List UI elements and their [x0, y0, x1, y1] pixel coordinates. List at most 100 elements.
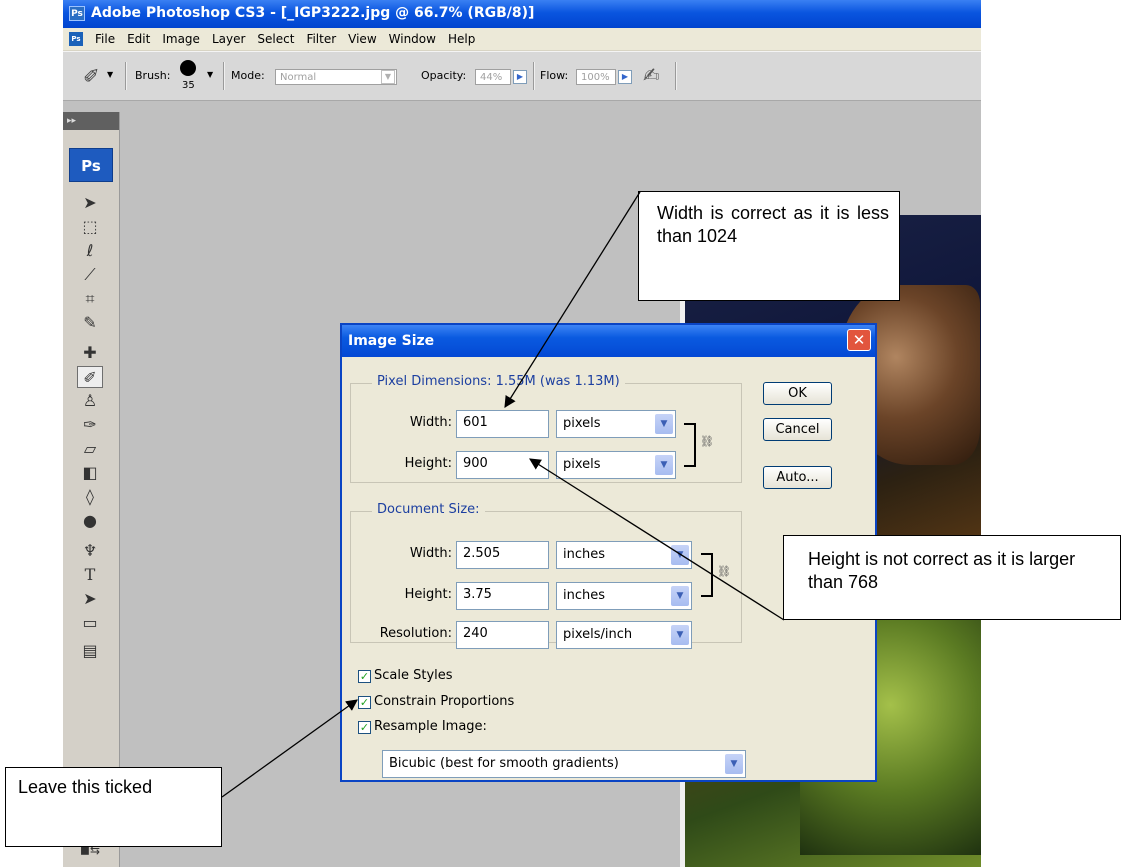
dialog-title-bar: Image Size ✕ — [342, 325, 875, 357]
eraser-icon[interactable]: ▱ — [77, 438, 103, 460]
chevron-down-icon[interactable]: ▼ — [207, 70, 213, 79]
ok-button[interactable]: OK — [763, 382, 832, 405]
pixel-dimensions-legend: Pixel Dimensions: 1.55M (was 1.13M) — [372, 374, 625, 389]
doc-height-input[interactable]: 3.75 — [456, 582, 549, 610]
chain-link-icon: ⛓ — [717, 565, 731, 578]
marquee-tool-icon[interactable]: ⬚ — [77, 216, 103, 238]
scale-styles-checkbox[interactable]: ✓ — [358, 670, 371, 683]
notes-tool-icon[interactable]: ▤ — [77, 640, 103, 662]
height-callout: Height is not correct as it is larger th… — [783, 535, 1121, 620]
slice-tool-icon[interactable]: ✎ — [77, 312, 103, 334]
options-divider — [533, 62, 534, 90]
flow-value: 100% — [581, 72, 610, 83]
menu-layer[interactable]: Layer — [206, 31, 251, 47]
move-tool-icon[interactable]: ➤ — [77, 192, 103, 214]
pen-tool-icon[interactable]: ♆ — [77, 540, 103, 562]
doc-height-unit-select[interactable]: inches ▼ — [556, 582, 692, 610]
brush-preset-icon[interactable]: ✐ — [83, 64, 100, 88]
options-divider — [223, 62, 224, 90]
app-menu-icon[interactable]: Ps — [69, 32, 83, 46]
pixel-width-label: Width: — [409, 415, 452, 430]
resolution-unit: pixels/inch — [563, 627, 633, 642]
resolution-unit-select[interactable]: pixels/inch ▼ — [556, 621, 692, 649]
pixel-height-unit-select[interactable]: pixels ▼ — [556, 451, 676, 479]
doc-width-label: Width: — [409, 546, 452, 561]
opacity-input[interactable]: 44% — [475, 69, 511, 85]
close-icon[interactable]: ✕ — [847, 329, 871, 351]
menu-file[interactable]: File — [89, 31, 121, 47]
magic-wand-icon[interactable]: ⟋ — [77, 264, 103, 286]
crop-tool-icon[interactable]: ⌗ — [77, 288, 103, 310]
pixel-height-input[interactable]: 900 — [456, 451, 549, 479]
menu-help[interactable]: Help — [442, 31, 481, 47]
shape-tool-icon[interactable]: ▭ — [77, 612, 103, 634]
doc-width-input[interactable]: 2.505 — [456, 541, 549, 569]
brush-tool-icon[interactable]: ✐ — [77, 366, 103, 388]
resolution-label: Resolution: — [379, 626, 452, 641]
pixel-height-label: Height: — [404, 456, 452, 471]
chevron-down-icon[interactable]: ▼ — [381, 70, 395, 84]
menu-image[interactable]: Image — [156, 31, 206, 47]
pixel-width-input[interactable]: 601 — [456, 410, 549, 438]
doc-width-unit-select[interactable]: inches ▼ — [556, 541, 692, 569]
brush-size: 35 — [182, 80, 195, 91]
dodge-tool-icon[interactable]: ● — [77, 510, 103, 532]
doc-height-label: Height: — [404, 587, 452, 602]
title-bar: Ps Adobe Photoshop CS3 - [_IGP3222.jpg @… — [63, 0, 981, 28]
blur-tool-icon[interactable]: ◊ — [77, 486, 103, 508]
options-bar: ✐ ▼ Brush: 35 ▼ Mode: Normal ▼ Opacity: … — [63, 51, 981, 101]
mode-value: Normal — [280, 72, 317, 83]
resolution-input[interactable]: 240 — [456, 621, 549, 649]
options-divider — [675, 62, 676, 90]
resample-image-checkbox[interactable]: ✓ — [358, 721, 371, 734]
dialog-title: Image Size — [348, 333, 435, 349]
flow-slider-arrow-icon[interactable]: ▶ — [618, 70, 632, 84]
menu-window[interactable]: Window — [383, 31, 442, 47]
resample-image-label: Resample Image: — [374, 719, 487, 734]
pixel-width-unit-select[interactable]: pixels ▼ — [556, 410, 676, 438]
brush-tip-icon[interactable] — [180, 60, 196, 76]
menu-edit[interactable]: Edit — [121, 31, 156, 47]
doc-height-unit: inches — [563, 588, 606, 603]
type-tool-icon[interactable]: T — [77, 564, 103, 586]
resample-method: Bicubic (best for smooth gradients) — [389, 756, 619, 771]
path-selection-icon[interactable]: ➤ — [77, 588, 103, 610]
constrain-bracket — [701, 553, 713, 597]
mode-select[interactable]: Normal — [275, 69, 397, 85]
width-callout: Width is correct as it is less than 1024 — [638, 191, 900, 301]
menu-select[interactable]: Select — [251, 31, 300, 47]
lasso-tool-icon[interactable]: ℓ — [77, 240, 103, 262]
menu-filter[interactable]: Filter — [300, 31, 342, 47]
flow-label: Flow: — [540, 69, 569, 82]
menu-view[interactable]: View — [342, 31, 382, 47]
chevron-down-icon[interactable]: ▼ — [671, 625, 689, 645]
scale-styles-label: Scale Styles — [374, 668, 453, 683]
constrain-bracket — [684, 423, 696, 467]
opacity-label: Opacity: — [421, 69, 467, 82]
gradient-tool-icon[interactable]: ◧ — [77, 462, 103, 484]
chevron-down-icon[interactable]: ▼ — [725, 754, 743, 774]
chevron-down-icon[interactable]: ▼ — [655, 455, 673, 475]
chevron-down-icon[interactable]: ▼ — [655, 414, 673, 434]
brush-label: Brush: — [135, 69, 171, 82]
resample-method-select[interactable]: Bicubic (best for smooth gradients) ▼ — [382, 750, 746, 778]
constrain-proportions-checkbox[interactable]: ✓ — [358, 696, 371, 709]
airbrush-icon[interactable]: ✍ — [643, 63, 660, 87]
menu-bar: Ps File Edit Image Layer Select Filter V… — [63, 28, 981, 51]
opacity-slider-arrow-icon[interactable]: ▶ — [513, 70, 527, 84]
doc-width-unit: inches — [563, 547, 606, 562]
pixel-height-unit: pixels — [563, 457, 601, 472]
cancel-button[interactable]: Cancel — [763, 418, 832, 441]
photoshop-logo-icon: Ps — [69, 6, 85, 21]
panel-grip-icon[interactable]: ▸▸ — [63, 112, 119, 130]
history-brush-icon[interactable]: ✑ — [77, 414, 103, 436]
healing-brush-icon[interactable]: ✚ — [77, 342, 103, 364]
chevron-down-icon[interactable]: ▼ — [671, 586, 689, 606]
tools-panel: ▸▸ Ps ➤ ⬚ ℓ ⟋ ⌗ ✎ ✚ ✐ ♙ ✑ ▱ ◧ ◊ ● ♆ T ➤ … — [63, 112, 120, 867]
flow-input[interactable]: 100% — [576, 69, 616, 85]
chevron-down-icon[interactable]: ▼ — [671, 545, 689, 565]
opacity-value: 44% — [480, 72, 503, 83]
auto-button[interactable]: Auto... — [763, 466, 832, 489]
clone-stamp-icon[interactable]: ♙ — [77, 390, 103, 412]
chevron-down-icon[interactable]: ▼ — [107, 70, 113, 79]
